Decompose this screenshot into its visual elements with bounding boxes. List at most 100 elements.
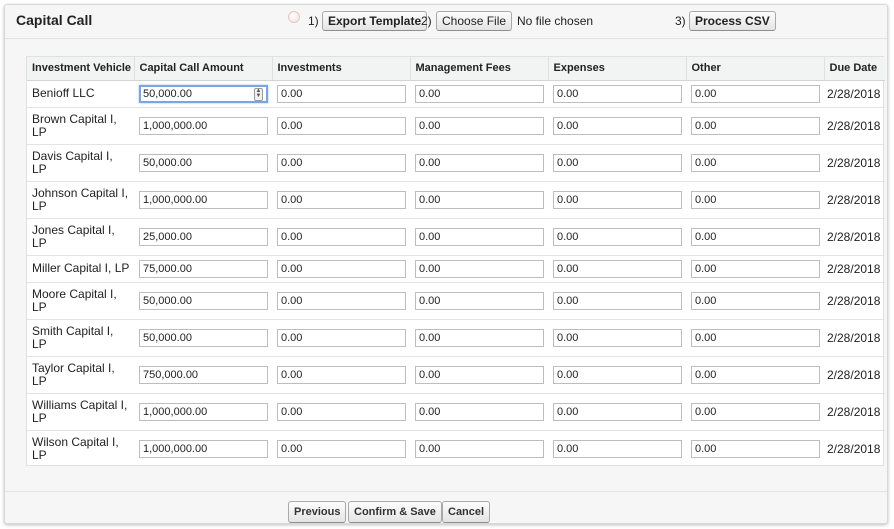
investment-vehicle-cell: Smith Capital I, LP [27,319,134,357]
investment-vehicle-cell: Jones Capital I, LP [27,218,134,256]
other-cell [686,107,824,145]
management-fees-cell [410,255,548,283]
due-date-cell: 2/28/2018 [824,80,885,108]
due-date-cell: 2/28/2018 [824,107,885,145]
management-fees-input[interactable] [415,402,544,421]
other-input[interactable] [691,227,820,246]
management-fees-input[interactable] [415,259,544,278]
capital-call-amount-input[interactable] [139,402,268,421]
other-input[interactable] [691,84,820,103]
capital-call-amount-input[interactable] [139,116,268,135]
other-cell [686,144,824,182]
column-header-expenses[interactable]: Expenses [548,57,687,81]
management-fees-input[interactable] [415,190,544,209]
expenses-input[interactable] [553,439,682,458]
capital-call-amount-input[interactable] [139,84,268,103]
management-fees-input[interactable] [415,328,544,347]
management-fees-cell [410,107,548,145]
capital-call-amount-cell [134,356,272,394]
other-input[interactable] [691,328,820,347]
table-row: Wilson Capital I, LP 2/28/2018 [27,430,885,467]
investments-input[interactable] [277,439,406,458]
capital-call-amount-input[interactable] [139,259,268,278]
management-fees-input[interactable] [415,291,544,310]
expenses-input[interactable] [553,116,682,135]
cancel-button[interactable]: Cancel [442,501,491,523]
other-input[interactable] [691,116,820,135]
other-input[interactable] [691,153,820,172]
investments-cell [272,356,410,394]
process-csv-button[interactable]: Process CSV [689,11,776,31]
other-input[interactable] [691,439,820,458]
table-row: Williams Capital I, LP 2/28/2018 [27,393,885,431]
due-date-cell: 2/28/2018 [824,282,885,320]
investments-input[interactable] [277,84,406,103]
management-fees-input[interactable] [415,84,544,103]
capital-call-table: Investment Vehicle Capital Call Amount I… [26,56,885,467]
other-input[interactable] [691,291,820,310]
management-fees-cell [410,356,548,394]
management-fees-input[interactable] [415,116,544,135]
management-fees-input[interactable] [415,365,544,384]
investments-input[interactable] [277,153,406,172]
expenses-input[interactable] [553,365,682,384]
due-date-cell: 2/28/2018 [824,319,885,357]
column-header-other[interactable]: Other [686,57,825,81]
spinner-icon[interactable]: ▲ ▼ [254,87,263,101]
other-input[interactable] [691,190,820,209]
management-fees-input[interactable] [415,227,544,246]
due-date-cell: 2/28/2018 [824,144,885,182]
investments-input[interactable] [277,291,406,310]
expenses-input[interactable] [553,153,682,172]
expenses-input[interactable] [553,84,682,103]
column-header-management-fees[interactable]: Management Fees [410,57,549,81]
expenses-input[interactable] [553,259,682,278]
capital-call-amount-cell: ▲▼ [134,80,272,108]
expenses-input[interactable] [553,328,682,347]
investments-input[interactable] [277,365,406,384]
column-header-investment-vehicle[interactable]: Investment Vehicle [27,57,135,81]
expenses-input[interactable] [553,227,682,246]
investment-vehicle-cell: Benioff LLC [27,80,134,108]
investments-cell [272,255,410,283]
column-header-capital-call-amount[interactable]: Capital Call Amount [134,57,273,81]
capital-call-amount-input[interactable] [139,153,268,172]
capital-call-amount-input[interactable] [139,291,268,310]
confirm-save-button[interactable]: Confirm & Save [348,501,442,523]
expenses-input[interactable] [553,291,682,310]
other-input[interactable] [691,259,820,278]
management-fees-input[interactable] [415,439,544,458]
table-row: Brown Capital I, LP 2/28/2018 [27,107,885,145]
capital-call-amount-input[interactable] [139,227,268,246]
column-header-due-date[interactable]: Due Date [824,57,885,81]
management-fees-cell [410,430,548,467]
capital-call-amount-input[interactable] [139,439,268,458]
investments-input[interactable] [277,116,406,135]
choose-file-button[interactable]: Choose File [436,11,513,31]
investments-input[interactable] [277,328,406,347]
investments-input[interactable] [277,402,406,421]
management-fees-cell [410,218,548,256]
investments-input[interactable] [277,259,406,278]
investment-vehicle-cell: Moore Capital I, LP [27,282,134,320]
capital-call-amount-input[interactable] [139,365,268,384]
capital-call-amount-cell [134,282,272,320]
other-input[interactable] [691,365,820,384]
management-fees-input[interactable] [415,153,544,172]
capital-call-amount-input[interactable] [139,190,268,209]
capital-call-amount-cell [134,393,272,431]
column-header-investments[interactable]: Investments [272,57,411,81]
other-input[interactable] [691,402,820,421]
investments-input[interactable] [277,227,406,246]
expenses-input[interactable] [553,402,682,421]
capital-call-amount-input[interactable] [139,328,268,347]
investments-input[interactable] [277,190,406,209]
expenses-input[interactable] [553,190,682,209]
investment-vehicle-cell: Davis Capital I, LP [27,144,134,182]
export-template-button[interactable]: Export Template [322,11,428,31]
other-cell [686,218,824,256]
previous-button[interactable]: Previous [288,501,347,523]
step-3-label: 3) [675,14,686,28]
other-cell [686,80,824,108]
radio-dot-icon[interactable] [288,11,300,23]
